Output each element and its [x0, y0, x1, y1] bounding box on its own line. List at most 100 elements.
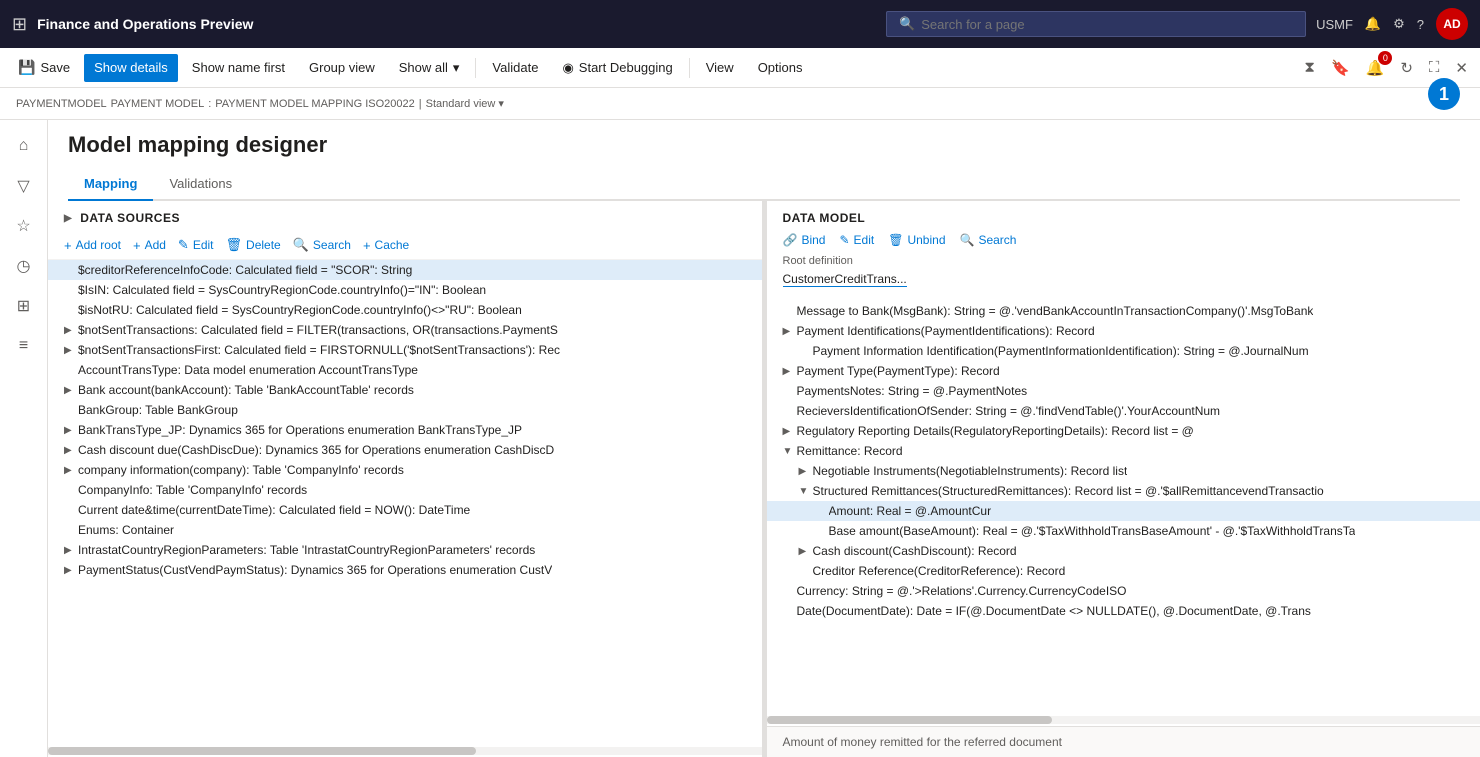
right-tree-item[interactable]: RecieversIdentificationOfSender: String … — [767, 401, 1480, 421]
search-left-icon: 🔍 — [293, 237, 309, 253]
expand-left-icon[interactable]: ▶ — [64, 213, 72, 224]
right-tree-item[interactable]: PaymentsNotes: String = @.PaymentNotes — [767, 381, 1480, 401]
grid-icon[interactable]: ⊞ — [12, 14, 27, 35]
edit-button[interactable]: ✎ Edit — [178, 235, 214, 255]
show-name-first-button[interactable]: Show name first — [182, 54, 295, 82]
help-icon[interactable]: ? — [1417, 17, 1424, 32]
notification-icon[interactable]: 🔔 0 — [1362, 55, 1389, 81]
right-tree-item[interactable]: Creditor Reference(CreditorReference): R… — [767, 561, 1480, 581]
content-area: Model mapping designer Mapping Validatio… — [48, 120, 1480, 757]
tree-item[interactable]: ▶ IntrastatCountryRegionParameters: Tabl… — [48, 540, 762, 560]
expand-arrow: ▶ — [783, 426, 797, 437]
breadcrumb-sep: : — [208, 98, 211, 110]
right-tree-item[interactable]: Payment Information Identification(Payme… — [767, 341, 1480, 361]
bind-button[interactable]: 🔗 Bind — [783, 233, 826, 247]
tree-item[interactable]: $creditorReferenceInfoCode: Calculated f… — [48, 260, 762, 280]
tree-item[interactable]: Enums: Container — [48, 520, 762, 540]
sidebar-clock-icon[interactable]: ◷ — [6, 248, 42, 284]
right-tree-item[interactable]: Currency: String = @.'>Relations'.Curren… — [767, 581, 1480, 601]
right-tree-item[interactable]: ▶ Negotiable Instruments(NegotiableInstr… — [767, 461, 1480, 481]
bookmark-icon[interactable]: 🔖 — [1327, 55, 1354, 81]
expand-arrow: ▼ — [799, 486, 813, 497]
right-scrollbar-thumb[interactable] — [767, 716, 1052, 724]
show-all-button[interactable]: Show all ▾ — [389, 54, 470, 82]
add-root-button[interactable]: + Add root — [64, 236, 121, 255]
bell-icon[interactable]: 🔔 — [1365, 16, 1381, 32]
tree-item[interactable]: ▶ BankTransType_JP: Dynamics 365 for Ope… — [48, 420, 762, 440]
data-model-title: DATA MODEL — [783, 211, 1465, 225]
tree-item[interactable]: $IsIN: Calculated field = SysCountryRegi… — [48, 280, 762, 300]
tree-item[interactable]: $isNotRU: Calculated field = SysCountryR… — [48, 300, 762, 320]
add-root-icon: + — [64, 238, 72, 253]
right-tree-item[interactable]: Base amount(BaseAmount): Real = @.'$TaxW… — [767, 521, 1480, 541]
right-tree-item[interactable]: ▶ Cash discount(CashDiscount): Record — [767, 541, 1480, 561]
filter-icon[interactable]: ⧗ — [1300, 55, 1319, 80]
expand-icon[interactable]: ⛶ — [1425, 55, 1444, 80]
search-icon: 🔍 — [899, 16, 915, 32]
sidebar-list-icon[interactable]: ≡ — [6, 328, 42, 364]
show-details-button[interactable]: Show details — [84, 54, 178, 82]
left-panel-header: ▶ DATA SOURCES — [48, 201, 762, 231]
tree-item[interactable]: Current date&time(currentDateTime): Calc… — [48, 500, 762, 520]
refresh-icon[interactable]: ↻ — [1396, 55, 1417, 81]
add-button[interactable]: + Add — [133, 236, 166, 255]
tree-item[interactable]: ▶ Bank account(bankAccount): Table 'Bank… — [48, 380, 762, 400]
right-horizontal-scrollbar[interactable] — [767, 716, 1480, 724]
tree-item[interactable]: ▶ PaymentStatus(CustVendPaymStatus): Dyn… — [48, 560, 762, 580]
view-button[interactable]: View — [696, 54, 744, 82]
group-view-button[interactable]: Group view — [299, 54, 385, 82]
main-area: ⌂ ▽ ☆ ◷ ⊞ ≡ Model mapping designer Mappi… — [0, 120, 1480, 757]
start-debugging-button[interactable]: ◉ Start Debugging — [552, 54, 682, 82]
tree-item[interactable]: BankGroup: Table BankGroup — [48, 400, 762, 420]
tree-item[interactable]: ▶ Cash discount due(CashDiscDue): Dynami… — [48, 440, 762, 460]
left-scrollbar-thumb[interactable] — [48, 747, 476, 755]
breadcrumb-part1[interactable]: PAYMENTMODEL — [16, 98, 107, 110]
cache-icon: + — [363, 238, 371, 253]
tree-item[interactable]: AccountTransType: Data model enumeration… — [48, 360, 762, 380]
right-tree-item[interactable]: ▶ Regulatory Reporting Details(Regulator… — [767, 421, 1480, 441]
edit-right-button[interactable]: ✎ Edit — [839, 233, 874, 247]
breadcrumb-part3[interactable]: PAYMENT MODEL MAPPING ISO20022 — [215, 98, 415, 110]
close-icon[interactable]: ✕ — [1451, 55, 1472, 81]
left-panel: ▶ DATA SOURCES + Add root + Add ✎ Edit — [48, 201, 763, 757]
search-input[interactable] — [921, 17, 1293, 32]
chevron-down-icon: ▾ — [453, 60, 460, 76]
expand-arrow: ▶ — [799, 546, 813, 557]
sidebar-grid-icon[interactable]: ⊞ — [6, 288, 42, 324]
root-definition-label: Root definition — [783, 255, 1465, 267]
search-right-button[interactable]: 🔍 Search — [960, 233, 1017, 247]
sidebar-home-icon[interactable]: ⌂ — [6, 128, 42, 164]
sidebar-filter-icon[interactable]: ▽ — [6, 168, 42, 204]
delete-button[interactable]: 🗑 Delete — [226, 235, 281, 255]
settings-icon[interactable]: ⚙ — [1393, 16, 1405, 32]
cache-button[interactable]: + Cache — [363, 236, 409, 255]
tree-item[interactable]: ▶ $notSentTransactions: Calculated field… — [48, 320, 762, 340]
sidebar-star-icon[interactable]: ☆ — [6, 208, 42, 244]
expand-arrow: ▶ — [64, 325, 78, 336]
right-tree-item[interactable]: Message to Bank(MsgBank): String = @.'ve… — [767, 301, 1480, 321]
right-tree-item[interactable]: ▼ Structured Remittances(StructuredRemit… — [767, 481, 1480, 501]
right-tree-item[interactable]: ▶ Payment Type(PaymentType): Record — [767, 361, 1480, 381]
right-tree-item[interactable]: Amount: Real = @.AmountCur — [767, 501, 1480, 521]
tree-item[interactable]: ▶ company information(company): Table 'C… — [48, 460, 762, 480]
right-tree-item[interactable]: ▶ Payment Identifications(PaymentIdentif… — [767, 321, 1480, 341]
options-button[interactable]: Options — [748, 54, 813, 82]
left-tree: $creditorReferenceInfoCode: Calculated f… — [48, 260, 762, 745]
search-right-icon: 🔍 — [960, 233, 975, 247]
tab-validations[interactable]: Validations — [153, 168, 248, 201]
save-button[interactable]: 💾 Save — [8, 54, 80, 82]
user-code: USMF — [1316, 17, 1353, 32]
right-tree-item[interactable]: Date(DocumentDate): Date = IF(@.Document… — [767, 601, 1480, 621]
search-left-button[interactable]: 🔍 Search — [293, 235, 351, 255]
expand-arrow: ▶ — [64, 565, 78, 576]
tree-item[interactable]: ▶ $notSentTransactionsFirst: Calculated … — [48, 340, 762, 360]
validate-button[interactable]: Validate — [482, 54, 548, 82]
tree-item[interactable]: CompanyInfo: Table 'CompanyInfo' records — [48, 480, 762, 500]
root-value[interactable]: CustomerCreditTrans... — [783, 272, 907, 287]
breadcrumb-view[interactable]: Standard view ▾ — [426, 97, 504, 110]
left-horizontal-scrollbar[interactable] — [48, 747, 762, 755]
status-bar: Amount of money remitted for the referre… — [767, 726, 1480, 757]
unbind-button[interactable]: 🗑 Unbind — [888, 233, 945, 247]
tab-mapping[interactable]: Mapping — [68, 168, 153, 201]
right-tree-item[interactable]: ▼ Remittance: Record — [767, 441, 1480, 461]
